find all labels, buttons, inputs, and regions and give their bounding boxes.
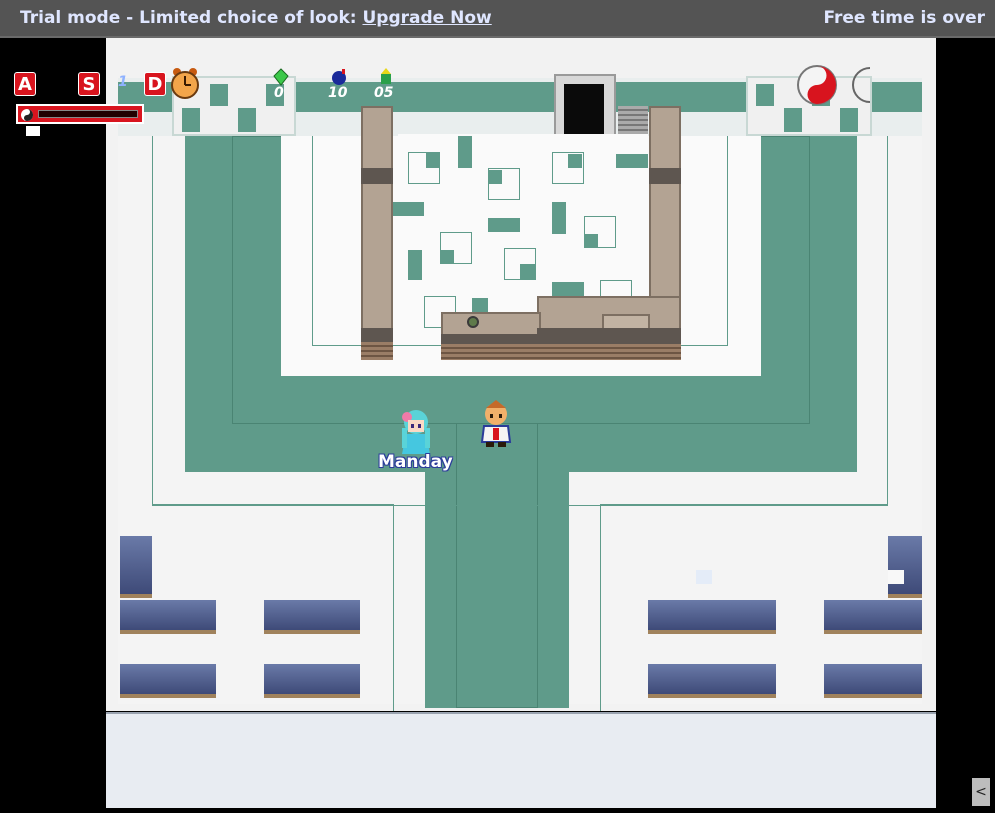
floor-tile (408, 250, 422, 280)
floor-tile (440, 250, 454, 264)
counter-right-shelf (649, 168, 681, 184)
swirl-white-icon[interactable] (840, 64, 874, 106)
hotkey-a-button[interactable]: A (14, 72, 36, 96)
bench[interactable] (120, 664, 216, 698)
bench[interactable] (648, 664, 776, 698)
counter-front-left (441, 312, 541, 336)
free-time-status: Free time is over (823, 8, 985, 28)
bench[interactable] (648, 600, 776, 634)
health-bar (16, 104, 144, 124)
floor-spot (696, 570, 712, 584)
counter-left-shelf (361, 168, 393, 184)
bench[interactable] (264, 600, 360, 634)
chat-box[interactable] (106, 712, 936, 808)
game-viewport[interactable]: Manday (106, 38, 936, 711)
floor-tile (552, 152, 584, 184)
mini-indicator (26, 126, 40, 136)
bomb-icon (332, 69, 346, 85)
health-track (38, 110, 138, 118)
npc-receptionist[interactable] (478, 400, 514, 448)
floor-tile (584, 234, 598, 248)
counter-left (361, 106, 393, 336)
bench[interactable] (264, 664, 360, 698)
floor-tile (488, 168, 520, 200)
gem-icon (273, 68, 289, 86)
player-name-tag: Manday (378, 452, 453, 472)
left-margin (0, 38, 106, 813)
trial-message: Trial mode - Limited choice of look: Upg… (20, 8, 492, 28)
hotkey-s-button[interactable]: S (78, 72, 100, 96)
floor-tile (472, 298, 488, 312)
floor-tile (616, 154, 648, 168)
bench[interactable] (824, 664, 922, 698)
floor-tile (552, 282, 584, 296)
counter-front-base (441, 344, 681, 360)
counter-left-base (361, 342, 393, 360)
s-count: 1 (118, 74, 128, 90)
trial-text: Trial mode - Limited choice of look: (20, 8, 363, 28)
yinyang-icon (21, 109, 33, 121)
floor-tile (392, 202, 424, 216)
counter-front-shelf (441, 334, 537, 344)
bombs-count: 10 (328, 85, 348, 101)
bench[interactable] (824, 600, 922, 634)
swirl-red-icon[interactable] (796, 64, 838, 106)
bench[interactable] (888, 536, 922, 598)
hotkey-d-button[interactable]: D (144, 72, 166, 96)
floor-tile (552, 202, 566, 234)
floor-tile (520, 264, 536, 280)
collapse-arrow-icon[interactable]: < (972, 778, 990, 806)
wall-vent (618, 106, 648, 136)
back-door[interactable] (554, 74, 616, 138)
arrows-count: 05 (374, 85, 394, 101)
bench[interactable] (120, 536, 152, 598)
bench[interactable] (120, 600, 216, 634)
gems-count: 0 (274, 85, 284, 101)
floor-tile (488, 218, 520, 232)
clock-icon[interactable] (168, 66, 202, 100)
upgrade-link[interactable]: Upgrade Now (363, 8, 492, 28)
right-margin (936, 38, 995, 813)
player-avatar[interactable] (396, 408, 436, 458)
trial-banner: Trial mode - Limited choice of look: Upg… (0, 0, 995, 38)
arrow-icon (381, 68, 391, 84)
floor-tile (408, 152, 440, 184)
floor-tile (458, 136, 472, 168)
bell-icon[interactable] (467, 316, 479, 328)
counter-front-shelf (537, 328, 681, 344)
floor-spot (888, 570, 904, 584)
